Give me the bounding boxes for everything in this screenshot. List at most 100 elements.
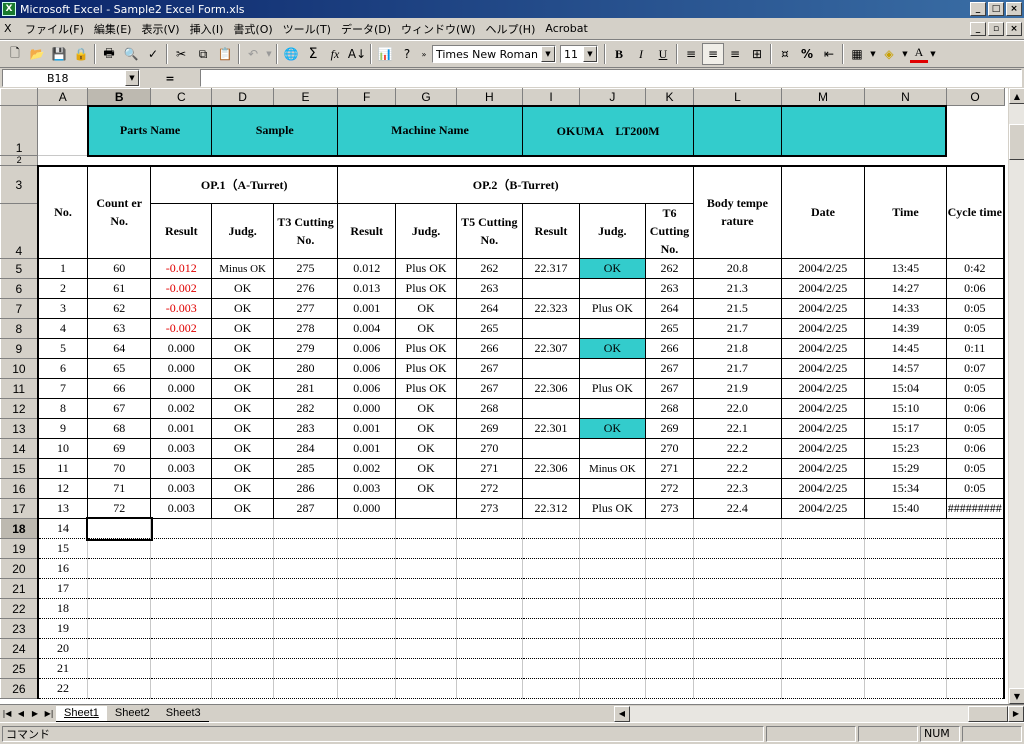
t6-cell[interactable]: 264 [644, 298, 695, 319]
t6-cell[interactable]: 267 [644, 358, 695, 379]
permission-icon[interactable]: 🔒 [70, 43, 92, 65]
cell[interactable] [211, 558, 274, 579]
row-header[interactable]: 13 [0, 418, 39, 439]
result3-header[interactable]: Result [521, 203, 581, 259]
body-temp-cell[interactable]: 22.2 [693, 458, 782, 479]
cell[interactable] [693, 658, 782, 679]
cell[interactable] [579, 578, 646, 599]
row-header[interactable]: 16 [0, 478, 39, 499]
cell[interactable] [579, 538, 646, 559]
counter-cell[interactable]: 62 [87, 298, 152, 319]
cell[interactable] [579, 678, 646, 699]
autosum-icon[interactable]: Σ [302, 43, 324, 65]
cell[interactable] [211, 538, 274, 559]
bold-icon[interactable]: B [608, 43, 630, 65]
cell[interactable] [644, 538, 695, 559]
print-preview-icon[interactable]: 🔍 [120, 43, 142, 65]
judg3-cell[interactable]: OK [579, 338, 646, 359]
cell[interactable] [780, 618, 866, 639]
op1-header[interactable]: OP.1（A-Turret) [150, 164, 339, 204]
cell[interactable] [864, 538, 947, 559]
judg1-cell[interactable]: OK [211, 498, 274, 519]
row-header[interactable]: 17 [0, 498, 39, 519]
spelling-icon[interactable]: ✓ [142, 43, 164, 65]
no-cell[interactable]: 7 [36, 378, 89, 399]
cell[interactable] [946, 106, 1004, 156]
counter-cell[interactable]: 69 [87, 438, 152, 459]
t5-cell[interactable]: 267 [455, 358, 523, 379]
sample-label[interactable]: Sample [211, 104, 339, 157]
cycle-time-cell[interactable]: ######### [945, 498, 1005, 519]
cell[interactable] [87, 658, 152, 679]
body-temp-cell[interactable]: 21.7 [693, 318, 782, 339]
cell[interactable] [579, 618, 646, 639]
cell[interactable] [521, 578, 581, 599]
row-header[interactable]: 24 [0, 638, 39, 659]
menu-data[interactable]: データ(D) [336, 21, 396, 37]
scroll-left-icon[interactable]: ◀ [614, 705, 630, 722]
cell[interactable] [455, 678, 523, 699]
result2-cell[interactable]: 0.001 [337, 418, 397, 439]
workbook-restore-button[interactable]: ▫ [988, 21, 1004, 36]
result1-cell[interactable]: 0.003 [150, 458, 213, 479]
no-cell[interactable]: 10 [36, 438, 89, 459]
cell[interactable] [211, 578, 274, 599]
chevron-down-icon[interactable]: ▼ [541, 46, 555, 62]
column-header[interactable]: J [579, 88, 646, 106]
last-sheet-icon[interactable]: ▶| [42, 707, 56, 721]
borders-dropdown-icon[interactable]: ▼ [868, 43, 878, 65]
t6-cell[interactable]: 263 [644, 278, 695, 299]
column-header[interactable]: L [693, 88, 782, 106]
cell[interactable] [693, 538, 782, 559]
cell[interactable] [272, 678, 339, 699]
counter-cell[interactable]: 72 [87, 498, 152, 519]
cell[interactable] [337, 558, 397, 579]
judg2-cell[interactable]: OK [395, 438, 457, 459]
horizontal-scroll-thumb[interactable] [968, 705, 1008, 722]
date-cell[interactable]: 2004/2/25 [780, 438, 866, 459]
cell[interactable] [864, 658, 947, 679]
t5-cell[interactable]: 263 [455, 278, 523, 299]
row-header[interactable]: 25 [0, 658, 39, 679]
maximize-button[interactable]: □ [988, 2, 1004, 16]
new-icon[interactable]: 🗋 [4, 43, 26, 65]
counter-cell[interactable]: 64 [87, 338, 152, 359]
column-header[interactable]: B [87, 88, 152, 106]
italic-icon[interactable]: I [630, 43, 652, 65]
judg2-cell[interactable] [395, 498, 457, 519]
t5-cell[interactable]: 273 [455, 498, 523, 519]
cell[interactable] [644, 618, 695, 639]
cell[interactable] [780, 658, 866, 679]
cell[interactable] [150, 538, 213, 559]
cell[interactable] [211, 638, 274, 659]
counter-cell[interactable]: 63 [87, 318, 152, 339]
cell[interactable] [644, 578, 695, 599]
active-cell[interactable] [85, 516, 153, 541]
result3-cell[interactable]: 22.301 [521, 418, 581, 439]
fill-dropdown-icon[interactable]: ▼ [900, 43, 910, 65]
cell[interactable] [87, 538, 152, 559]
result2-cell[interactable]: 0.003 [337, 478, 397, 499]
result1-cell[interactable]: -0.012 [150, 258, 213, 279]
underline-icon[interactable]: U [652, 43, 674, 65]
time-cell[interactable]: 15:40 [864, 498, 947, 519]
undo-dropdown-icon[interactable]: ▼ [264, 43, 274, 65]
result2-cell[interactable]: 0.001 [337, 438, 397, 459]
cycle-time-header[interactable]: Cycle time [945, 164, 1005, 259]
cell[interactable] [780, 578, 866, 599]
cell[interactable] [945, 658, 1005, 679]
judg3-cell[interactable] [579, 318, 646, 339]
cell[interactable] [87, 678, 152, 699]
hyperlink-icon[interactable]: 🌐 [280, 43, 302, 65]
cell[interactable] [150, 518, 213, 539]
judg2-cell[interactable]: OK [395, 298, 457, 319]
counter-cell[interactable]: 65 [87, 358, 152, 379]
cycle-time-cell[interactable]: 0:06 [945, 278, 1005, 299]
body-temp-cell[interactable]: 22.3 [693, 478, 782, 499]
cell[interactable] [150, 658, 213, 679]
cell[interactable] [579, 598, 646, 619]
cell[interactable] [521, 598, 581, 619]
cycle-time-cell[interactable]: 0:05 [945, 478, 1005, 499]
close-button[interactable]: × [1006, 2, 1022, 16]
judg3-cell[interactable]: Minus OK [579, 458, 646, 479]
